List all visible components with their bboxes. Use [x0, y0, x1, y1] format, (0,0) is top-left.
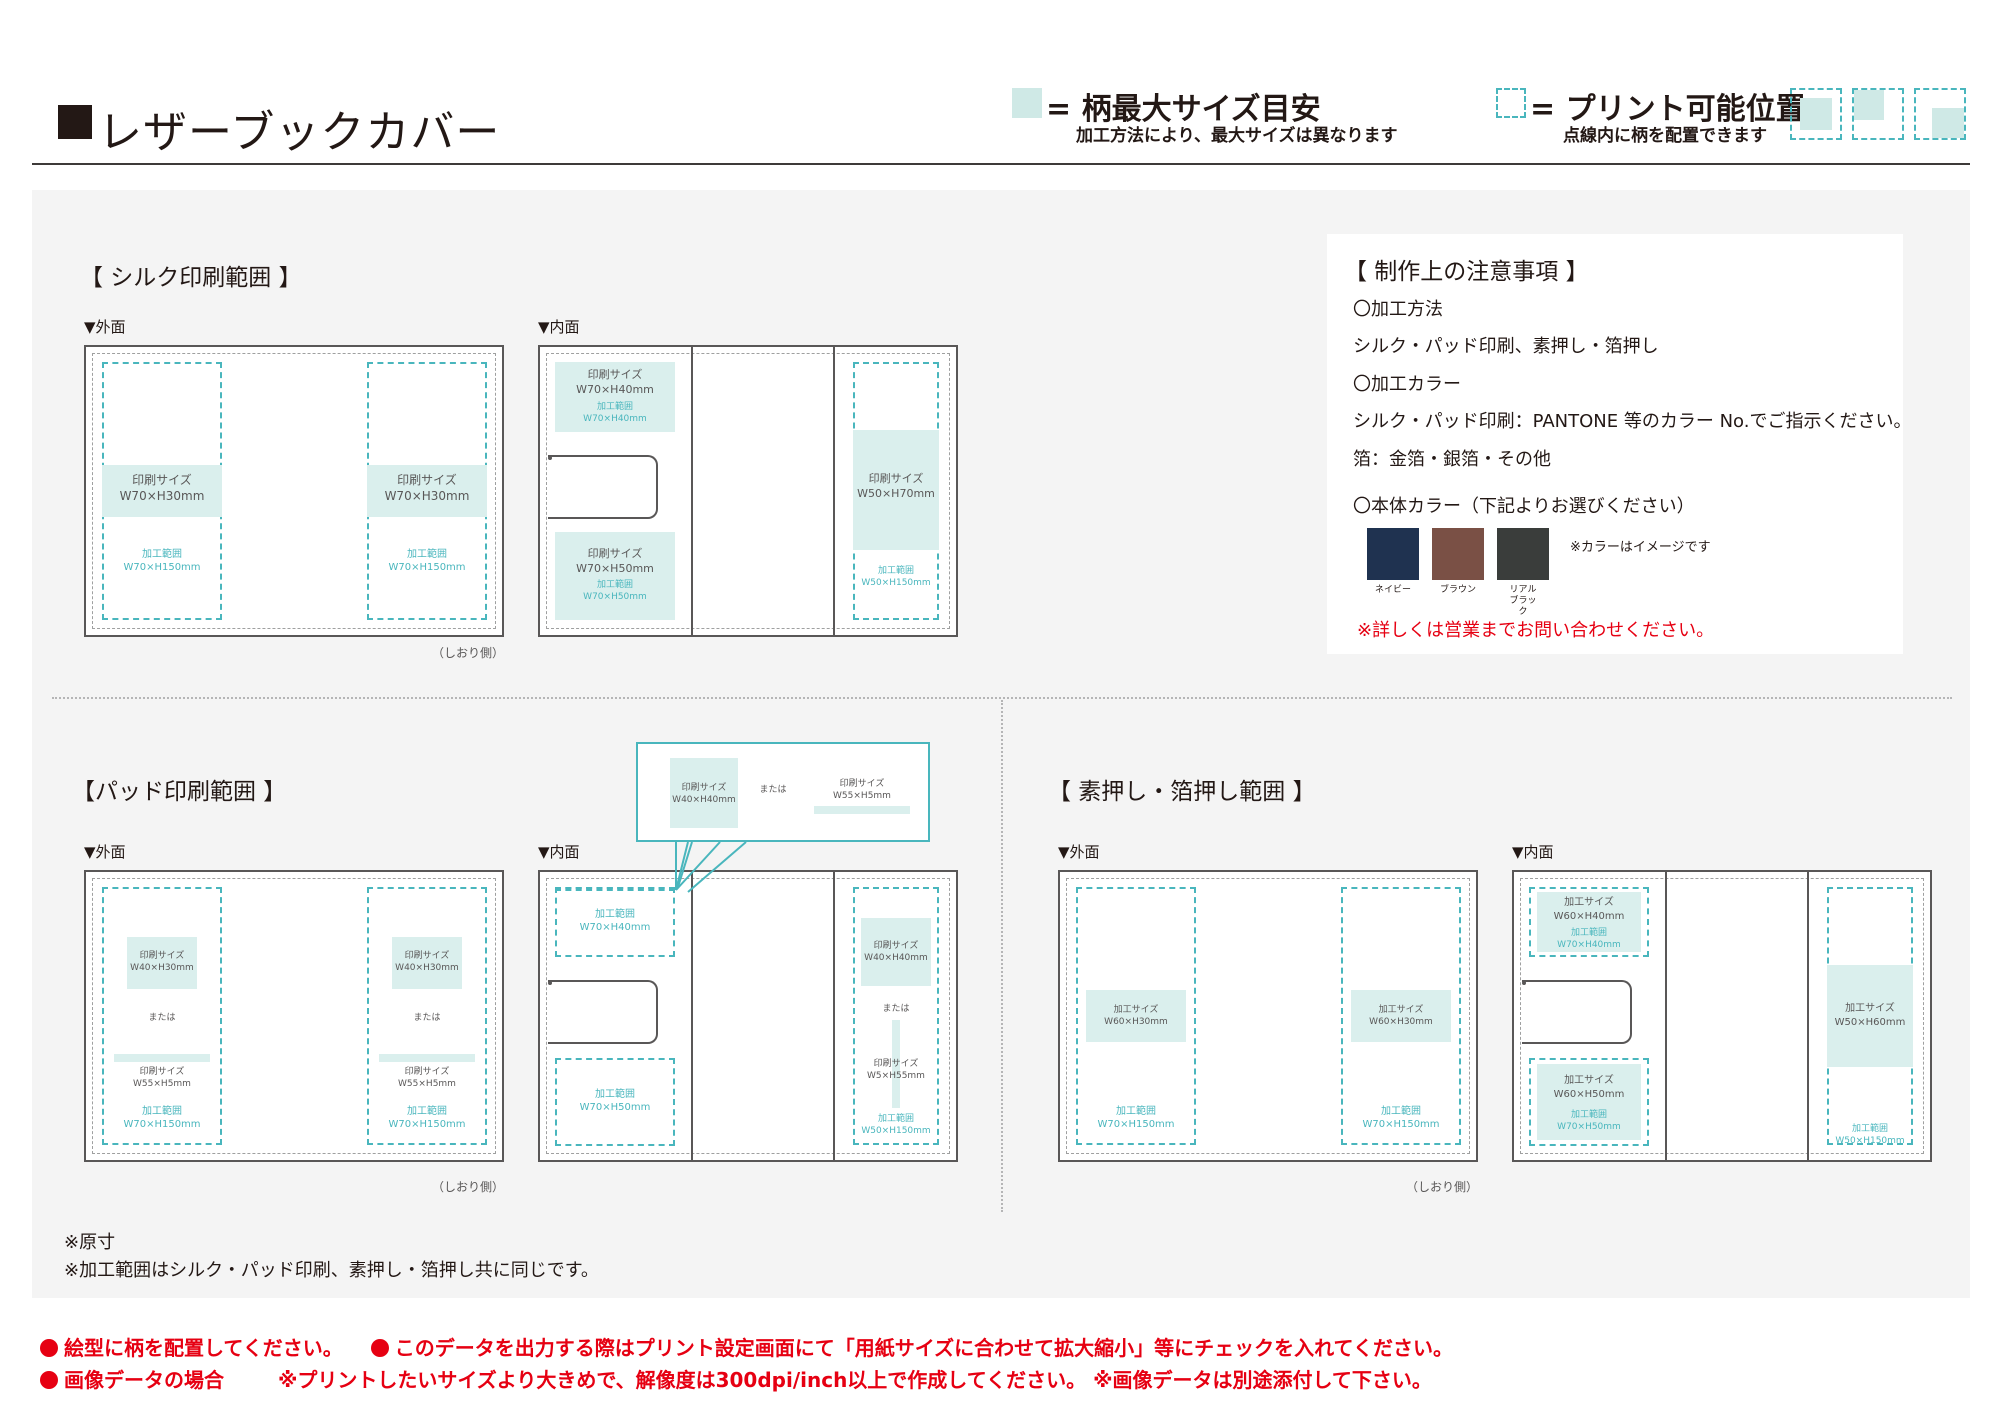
legend-fill-swatch: [1012, 88, 1042, 118]
pad-section-title: 【パッド印刷範囲 】: [72, 779, 287, 805]
area-label: 加工範囲: [407, 549, 447, 560]
bookmark-side-label: （しおり側）: [432, 646, 505, 660]
bullet-icon: [40, 1339, 58, 1357]
horizontal-divider: [52, 697, 1952, 699]
notes-body-color-head: 〇本体カラー（下記よりお選びください）: [1353, 496, 1695, 517]
stamp-outer-label: ▼外面: [1058, 843, 1100, 861]
swatch-note: ※カラーはイメージです: [1570, 540, 1711, 555]
area-label: 加工範囲: [142, 549, 182, 560]
pad-outer-label: ▼外面: [84, 843, 126, 861]
same-range-note: ※加工範囲はシルク・パッド印刷、素押し・箔押し共に同じです。: [64, 1260, 599, 1281]
bullet-icon: [40, 1371, 58, 1389]
footer-line-2: 画像データの場合 ※プリントしたいサイズより大きめで、解像度は300dpi/in…: [40, 1364, 1432, 1393]
area-value: W70×H150mm: [388, 562, 466, 573]
silk-outer-label: ▼外面: [84, 318, 126, 336]
pen-pocket: [548, 980, 658, 1044]
print-size-label: 印刷サイズ: [132, 473, 192, 487]
swatch-label-brown: ブラウン: [1439, 585, 1476, 595]
pen-pocket: [1522, 980, 1632, 1044]
header-rule: [32, 163, 1970, 165]
notes-title: 【 制作上の注意事項 】: [1344, 259, 1589, 285]
notes-foil-body: 箔：金箔・銀箔・その他: [1353, 449, 1551, 470]
pen-pocket: [548, 455, 658, 519]
pad-inner-label: ▼内面: [538, 843, 580, 861]
area-value: W70×H150mm: [123, 562, 201, 573]
print-size-value: W70×H30mm: [384, 489, 470, 504]
notes-color-body: シルク・パッド印刷：PANTONE 等のカラー No.でご指示ください。: [1353, 411, 1912, 432]
navy-swatch[interactable]: [1367, 528, 1419, 580]
bookmark-side-label: （しおり側）: [1406, 1180, 1479, 1194]
notes-method-head: 〇加工方法: [1353, 299, 1443, 320]
bookmark-side-label: （しおり側）: [432, 1180, 505, 1194]
print-size-label: 印刷サイズ: [397, 473, 457, 487]
brown-swatch[interactable]: [1432, 528, 1484, 580]
notes-color-head: 〇加工カラー: [1353, 374, 1461, 395]
original-size-note: ※原寸: [64, 1232, 116, 1253]
stamp-section-title: 【 素押し・箔押し範囲 】: [1048, 779, 1316, 805]
page-title: レザーブックカバー: [98, 107, 501, 158]
black-swatch[interactable]: [1497, 528, 1549, 580]
swatch-label-black: リアル ブラック: [1509, 585, 1537, 617]
title-square-icon: [58, 105, 92, 139]
legend-dashed-swatch: [1496, 88, 1526, 118]
print-size-value: W70×H30mm: [119, 489, 205, 504]
silk-inner-label: ▼内面: [538, 318, 580, 336]
footer-line-1: 絵型に柄を配置してください。 このデータを出力する際はプリント設定画面にて「用紙…: [40, 1332, 1453, 1361]
legend-max-size-note: 加工方法により、最大サイズは異なります: [1076, 126, 1398, 146]
silk-section-title: 【 シルク印刷範囲 】: [80, 265, 302, 291]
swatch-label-navy: ネイビー: [1374, 585, 1411, 595]
bullet-icon: [370, 1339, 389, 1357]
contact-note: ※詳しくは営業までお問い合わせください。: [1357, 620, 1715, 641]
legend-print-position-note: 点線内に柄を配置できます: [1563, 126, 1767, 146]
stamp-inner-label: ▼内面: [1512, 843, 1554, 861]
vertical-divider: [1001, 700, 1003, 1212]
notes-method-body: シルク・パッド印刷、素押し・箔押し: [1353, 336, 1659, 357]
